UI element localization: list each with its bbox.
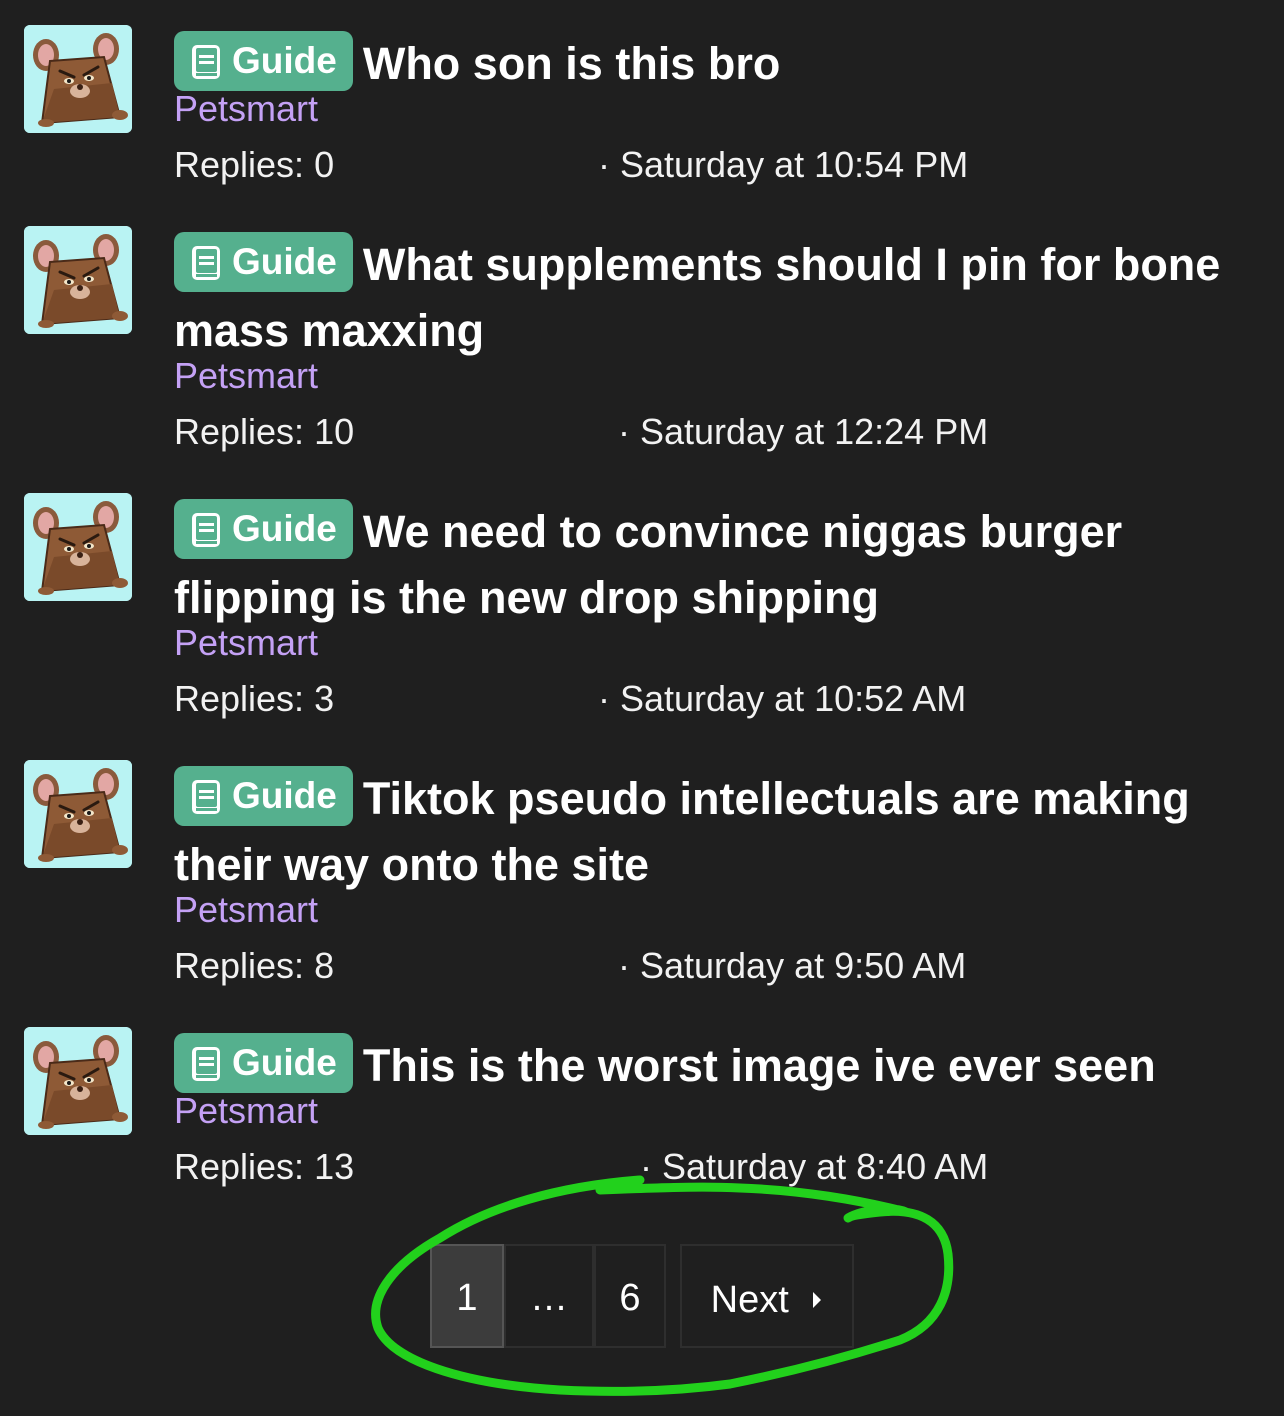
- avatar-mouse-icon: [24, 226, 132, 334]
- avatar-mouse-icon: [24, 25, 132, 133]
- badge-label: Guide: [232, 241, 337, 282]
- page-6-button[interactable]: 6: [594, 1244, 666, 1348]
- replies-count: Replies: 3: [174, 678, 335, 719]
- thread-meta: Replies: 10 · Saturday at 12:24 PM: [174, 410, 1254, 454]
- thread-title-line: Guide This is the worst image ive ever se…: [174, 1033, 1254, 1099]
- avatar-mouse-icon: [24, 1027, 132, 1135]
- avatar[interactable]: [24, 760, 132, 868]
- guide-book-icon: [190, 244, 222, 282]
- replies-count: Replies: 8: [174, 945, 335, 986]
- badge-label: Guide: [232, 1042, 337, 1083]
- last-post-date[interactable]: · Saturday at 8:40 AM: [640, 1145, 988, 1189]
- guide-book-icon: [190, 511, 222, 549]
- replies-count: Replies: 10: [174, 411, 355, 452]
- avatar[interactable]: [24, 226, 132, 334]
- guide-badge[interactable]: Guide: [174, 1033, 353, 1093]
- thread-meta: Replies: 0 · Saturday at 10:54 PM: [174, 143, 1254, 187]
- replies-count: Replies: 0: [174, 144, 335, 185]
- replies-count: Replies: 13: [174, 1146, 355, 1187]
- guide-book-icon: [190, 778, 222, 816]
- badge-label: Guide: [232, 40, 337, 81]
- avatar[interactable]: [24, 493, 132, 601]
- page-1-button[interactable]: 1: [430, 1244, 504, 1348]
- thread-title[interactable]: Who son is this bro: [363, 38, 780, 89]
- guide-book-icon: [190, 43, 222, 81]
- thread-title-line: Guide We need to convince niggas burger f…: [174, 499, 1254, 631]
- guide-badge[interactable]: Guide: [174, 766, 353, 826]
- last-post-date[interactable]: · Saturday at 12:24 PM: [618, 410, 988, 454]
- guide-badge[interactable]: Guide: [174, 232, 353, 292]
- avatar-mouse-icon: [24, 760, 132, 868]
- next-caret-icon: [811, 1246, 823, 1350]
- thread-title[interactable]: This is the worst image ive ever seen: [363, 1040, 1156, 1091]
- last-post-date[interactable]: · Saturday at 10:54 PM: [598, 143, 968, 187]
- thread-title-line: Guide Tiktok pseudo intellectuals are mak…: [174, 766, 1254, 898]
- last-post-date[interactable]: · Saturday at 10:52 AM: [598, 677, 966, 721]
- page-6-label: 6: [619, 1277, 641, 1319]
- guide-book-icon: [190, 1045, 222, 1083]
- guide-badge[interactable]: Guide: [174, 31, 353, 91]
- next-button[interactable]: Next: [680, 1244, 854, 1348]
- avatar[interactable]: [24, 1027, 132, 1135]
- avatar-mouse-icon: [24, 493, 132, 601]
- guide-badge[interactable]: Guide: [174, 499, 353, 559]
- last-post-date[interactable]: · Saturday at 9:50 AM: [618, 944, 966, 988]
- thread-meta: Replies: 8 · Saturday at 9:50 AM: [174, 944, 1254, 988]
- thread-meta: Replies: 13 · Saturday at 8:40 AM: [174, 1145, 1254, 1189]
- next-label: Next: [710, 1279, 789, 1321]
- thread-meta: Replies: 3 · Saturday at 10:52 AM: [174, 677, 1254, 721]
- badge-label: Guide: [232, 775, 337, 816]
- thread-list-page: Guide Who son is this bro Petsmart Replie…: [0, 0, 1284, 1416]
- page-ellipsis-button[interactable]: …: [504, 1244, 594, 1348]
- avatar[interactable]: [24, 25, 132, 133]
- badge-label: Guide: [232, 508, 337, 549]
- thread-title-line: Guide What supplements should I pin for b…: [174, 232, 1254, 364]
